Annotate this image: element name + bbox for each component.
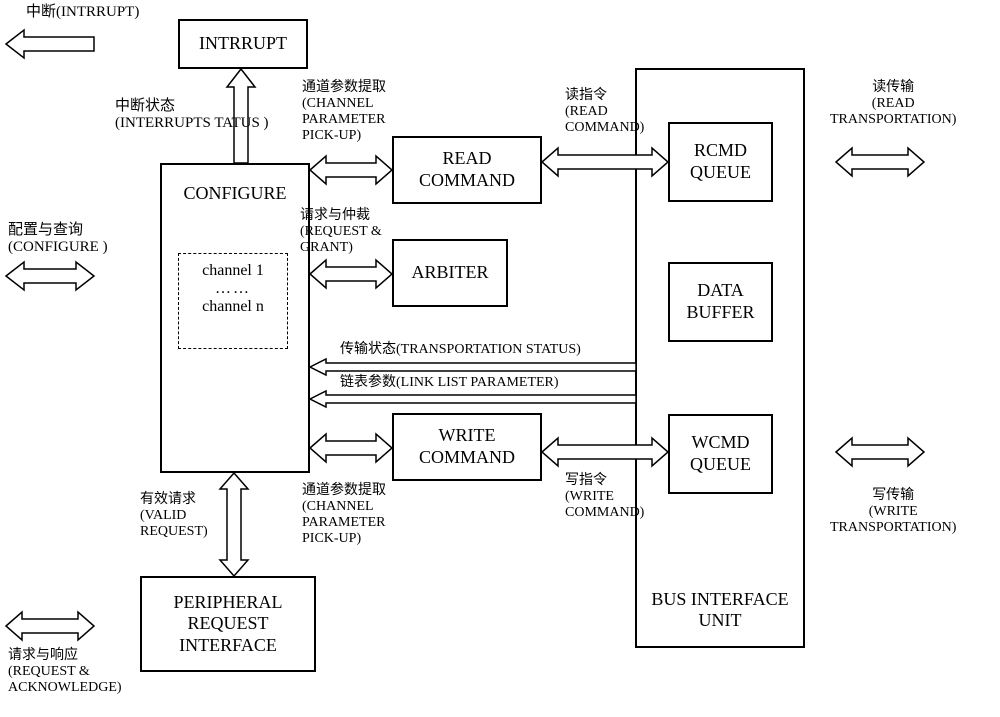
- arbiter-label: ARBITER: [411, 262, 488, 284]
- trans-status-label: 传输状态(TRANSPORTATION STATUS): [340, 342, 581, 358]
- readcmd-rcmdqueue-arrow: [542, 146, 668, 178]
- channel-dots: ……: [183, 280, 283, 298]
- interrupt-status-label: 中断状态 (INTERRUPTS TATUS ): [115, 98, 269, 133]
- channel-n-label: channel n: [183, 298, 283, 316]
- configure-arrow: [6, 260, 94, 292]
- peripheral-box: PERIPHERAL REQUEST INTERFACE: [140, 576, 316, 672]
- bus-interface-label: BUS INTERFACE UNIT: [641, 589, 799, 632]
- interrupt-out-arrow: [6, 28, 94, 60]
- valid-request-arrow: [218, 473, 250, 576]
- configure-writecmd-arrow: [310, 432, 392, 464]
- configure-label: CONFIGURE: [183, 183, 286, 205]
- interrupt-box: INTRRUPT: [178, 19, 308, 69]
- read-trans-label: 读传输 (READ TRANSPORTATION): [830, 80, 956, 128]
- arbiter-box: ARBITER: [392, 239, 508, 307]
- req-ack-arrow: [6, 610, 94, 642]
- peripheral-label: PERIPHERAL REQUEST INTERFACE: [146, 592, 310, 657]
- trans-status-arrow: [310, 358, 636, 376]
- channel-param-label-1: 通道参数提取 (CHANNEL PARAMETER PICK-UP): [302, 80, 386, 144]
- read-transport-arrow: [836, 146, 924, 178]
- wcmd-queue-box: WCMD QUEUE: [668, 414, 773, 494]
- write-command-label: WRITE COMMAND: [398, 425, 536, 468]
- rcmd-queue-label: RCMD QUEUE: [674, 140, 767, 183]
- rcmd-queue-box: RCMD QUEUE: [668, 122, 773, 202]
- channels-box: channel 1 …… channel n: [178, 253, 288, 349]
- req-ack-label: 请求与响应 (REQUEST & ACKNOWLEDGE): [8, 648, 122, 696]
- interrupt-out-label: 中断(INTRRUPT): [26, 4, 139, 21]
- wcmd-queue-label: WCMD QUEUE: [674, 432, 767, 475]
- configure-readcmd-arrow: [310, 154, 392, 186]
- request-grant-label: 请求与仲裁 (REQUEST & GRANT): [300, 208, 382, 256]
- configure-arbiter-arrow: [310, 258, 392, 290]
- write-trans-label: 写传输 (WRITE TRANSPORTATION): [830, 488, 956, 536]
- read-command-box: READ COMMAND: [392, 136, 542, 204]
- write-transport-arrow: [836, 436, 924, 468]
- valid-request-label: 有效请求 (VALID REQUEST): [140, 492, 208, 540]
- read-command-label: READ COMMAND: [398, 148, 536, 191]
- linklist-label: 链表参数(LINK LIST PARAMETER): [340, 375, 559, 391]
- writecmd-wcmdqueue-arrow: [542, 436, 668, 468]
- data-buffer-box: DATA BUFFER: [668, 262, 773, 342]
- interrupt-label: INTRRUPT: [199, 33, 287, 55]
- write-cmd-label: 写指令 (WRITE COMMAND): [565, 473, 644, 521]
- channel-param-label-2: 通道参数提取 (CHANNEL PARAMETER PICK-UP): [302, 483, 386, 547]
- data-buffer-label: DATA BUFFER: [674, 280, 767, 323]
- configure-io-label: 配置与查询 (CONFIGURE ): [8, 222, 108, 257]
- write-command-box: WRITE COMMAND: [392, 413, 542, 481]
- channel-1-label: channel 1: [183, 262, 283, 280]
- read-cmd-label: 读指令 (READ COMMAND): [565, 88, 644, 136]
- linklist-arrow: [310, 390, 636, 408]
